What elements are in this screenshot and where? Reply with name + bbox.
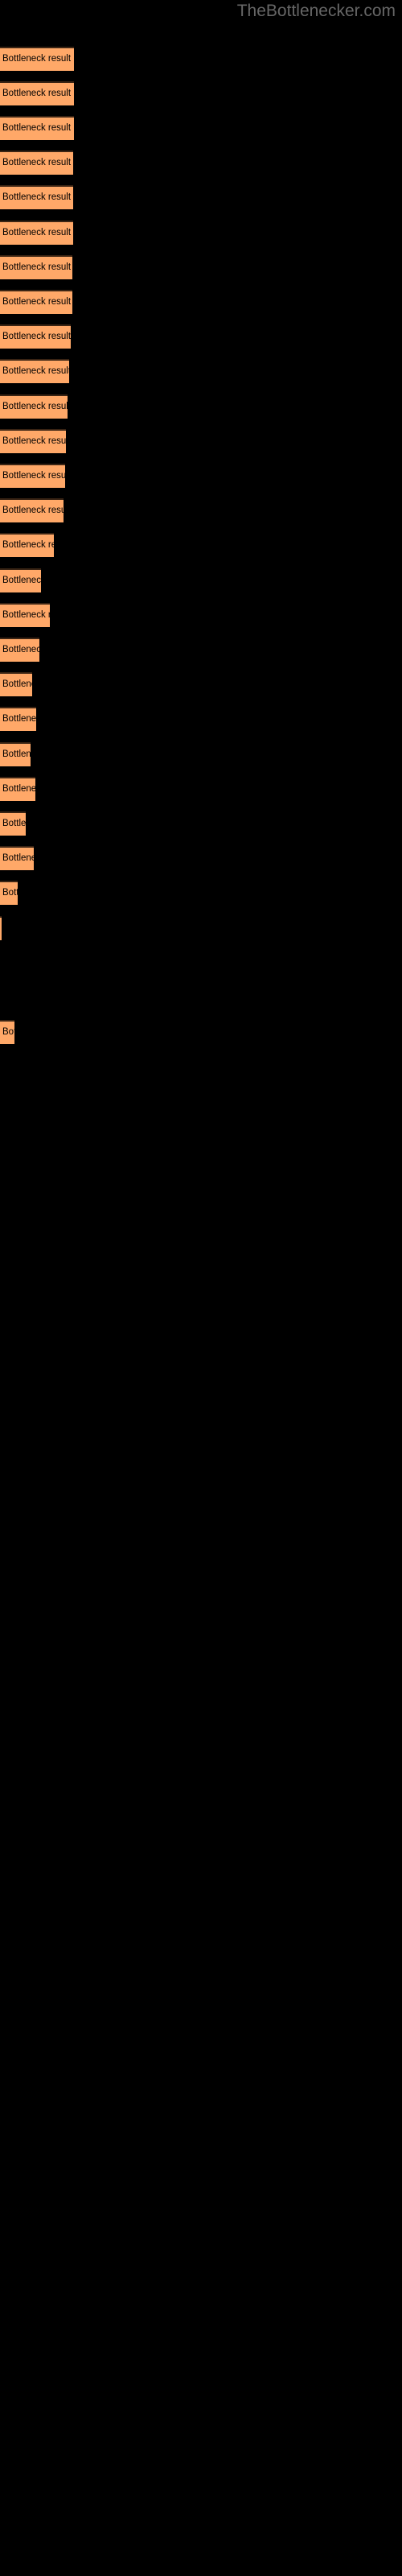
- bar-fill: [0, 498, 64, 522]
- bar-row[interactable]: Bottleneck result: [0, 429, 66, 453]
- bar-fill: [0, 359, 69, 383]
- bar-fill: [0, 672, 32, 696]
- bar-row[interactable]: Bottleneck result: [0, 47, 74, 71]
- bar-row[interactable]: Bottleneck result: [0, 498, 64, 522]
- bar-fill: [0, 777, 35, 801]
- bar-fill: [0, 811, 26, 836]
- site-watermark: TheBottlenecker.com: [236, 2, 396, 20]
- bar-fill: [0, 324, 71, 349]
- bar-fill: [0, 533, 54, 557]
- bar-fill: [0, 290, 72, 314]
- bar-row[interactable]: Bottleneck result: [0, 359, 69, 383]
- bar-fill: [0, 881, 18, 905]
- bar-row[interactable]: Bottleneck result: [0, 777, 35, 801]
- bar-fill: [0, 1020, 14, 1044]
- bar-row[interactable]: Bottleneck result: [0, 742, 31, 766]
- bar-fill: [0, 185, 73, 209]
- bar-row[interactable]: Bottleneck result: [0, 533, 54, 557]
- bar-row[interactable]: Bottleneck result: [0, 255, 72, 279]
- bar-row[interactable]: Bottleneck result: [0, 1020, 14, 1044]
- bar-fill: [0, 638, 39, 662]
- bar-row[interactable]: Bottleneck result: [0, 464, 65, 488]
- bar-row[interactable]: Bottleneck result: [0, 846, 34, 870]
- bar-row[interactable]: Bottleneck result: [0, 811, 26, 836]
- bar-row[interactable]: Bottleneck result: [0, 881, 18, 905]
- bar-fill: [0, 429, 66, 453]
- bar-row[interactable]: Bottleneck result: [0, 568, 41, 592]
- bar-fill: [0, 742, 31, 766]
- bar-fill: [0, 916, 2, 940]
- bar-row[interactable]: Bottleneck result: [0, 638, 39, 662]
- bar-row[interactable]: Bottleneck result: [0, 324, 71, 349]
- bar-fill: [0, 151, 73, 175]
- bar-row[interactable]: Bottleneck result: [0, 707, 36, 731]
- bar-row[interactable]: Bottleneck result: [0, 672, 32, 696]
- bar-row[interactable]: Bottleneck result: [0, 151, 73, 175]
- bar-fill: [0, 116, 74, 140]
- bar-row[interactable]: Bottleneck result: [0, 394, 68, 419]
- bar-row[interactable]: Bottleneck result: [0, 185, 73, 209]
- bar-fill: [0, 846, 34, 870]
- bar-row[interactable]: Bottleneck result: [0, 290, 72, 314]
- bottleneck-chart: TheBottlenecker.com Bottleneck result Bot…: [0, 0, 402, 2576]
- bar-fill: [0, 707, 36, 731]
- bar-row[interactable]: Bottleneck result: [0, 916, 2, 940]
- bar-fill: [0, 394, 68, 419]
- bar-fill: [0, 464, 65, 488]
- bar-row[interactable]: Bottleneck result: [0, 81, 74, 105]
- bar-fill: [0, 47, 74, 71]
- bar-row[interactable]: Bottleneck result: [0, 116, 74, 140]
- bar-fill: [0, 568, 41, 592]
- bar-row[interactable]: Bottleneck result: [0, 221, 73, 245]
- bar-row[interactable]: Bottleneck result: [0, 603, 50, 627]
- bar-fill: [0, 255, 72, 279]
- bar-fill: [0, 603, 50, 627]
- bar-fill: [0, 221, 73, 245]
- bar-fill: [0, 81, 74, 105]
